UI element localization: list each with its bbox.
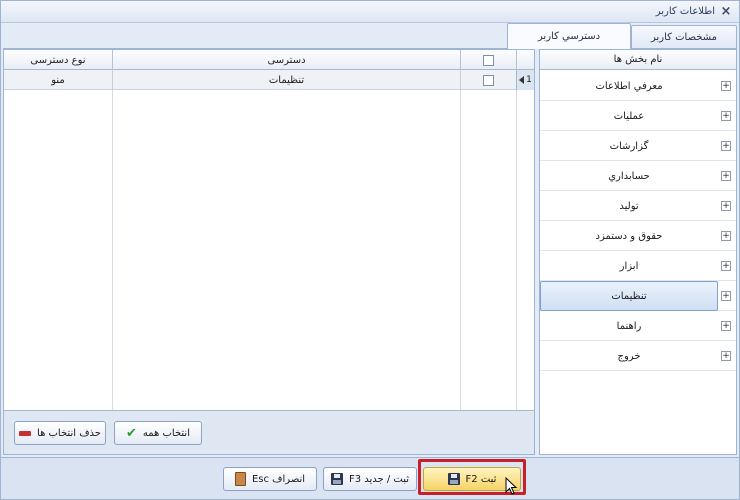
tree-item-label: ابزار [619, 260, 639, 272]
close-icon[interactable]: × [719, 4, 733, 19]
tree-item-accounting[interactable]: + حسابداري [540, 161, 736, 191]
title-bar: × اطلاعات کاربر [1, 1, 739, 23]
minus-icon [19, 430, 32, 436]
tree-item-label: گزارشات [609, 140, 649, 152]
save-new-button[interactable]: ثبت / جدید F3 [323, 467, 417, 491]
cancel-label: انصراف Esc [251, 473, 306, 485]
expand-icon[interactable]: + [721, 291, 731, 301]
current-row-arrow-icon [519, 76, 525, 84]
exit-door-icon [234, 472, 246, 486]
tree-item-operations[interactable]: + عمليات [540, 101, 736, 131]
expand-icon[interactable]: + [721, 261, 731, 271]
tree-item-label: حسابداري [608, 170, 650, 182]
sections-tree: نام بخش ها + معرفي اطلاعات + عمليات + گز… [539, 49, 737, 455]
table-row[interactable]: منو تنظيمات 1 [4, 70, 534, 90]
row-checkbox[interactable] [483, 74, 494, 86]
tree-item-settings[interactable]: + تنظيمات [540, 281, 736, 311]
check-icon: ✔ [126, 425, 137, 441]
grid-line [112, 90, 113, 410]
expand-icon[interactable]: + [721, 321, 731, 331]
user-info-window: × اطلاعات کاربر مشخصات کاربر دسترسي کارب… [0, 0, 740, 500]
column-header-access-type[interactable]: نوع دسترسی [4, 50, 112, 70]
tree-item-tools[interactable]: + ابزار [540, 251, 736, 281]
cell-access-type: منو [51, 74, 65, 86]
cell-access: تنظيمات [112, 70, 460, 90]
grid-header: نوع دسترسی دسترسی [4, 50, 534, 70]
tree-item-exit[interactable]: + خروج [540, 341, 736, 371]
tree-item-reports[interactable]: + گزارشات [540, 131, 736, 161]
select-all-button[interactable]: انتخاب همه ✔ [114, 421, 202, 445]
expand-icon[interactable]: + [721, 141, 731, 151]
window-title: اطلاعات کاربر [655, 6, 715, 17]
expand-icon[interactable]: + [721, 351, 731, 361]
tree-item-info[interactable]: + معرفي اطلاعات [540, 71, 736, 101]
column-header-access[interactable]: دسترسی [112, 50, 460, 70]
tree-header: نام بخش ها [540, 50, 736, 70]
row-number: 1 [526, 75, 532, 85]
tree-item-label: تنظيمات [540, 281, 718, 311]
tree-item-help[interactable]: + راهنما [540, 311, 736, 341]
expand-icon[interactable]: + [721, 231, 731, 241]
select-all-label: انتخاب همه [142, 427, 190, 439]
tree-item-production[interactable]: + توليد [540, 191, 736, 221]
access-grid: نوع دسترسی دسترسی منو تنظيمات 1 حذف انتخ… [3, 49, 535, 455]
tree-item-label: حقوق و دستمزد [595, 230, 663, 242]
mouse-cursor-icon [505, 477, 518, 495]
tree-item-label: توليد [619, 200, 639, 212]
footer-bar: انصراف Esc ثبت / جدید F3 ثبت F2 [1, 457, 739, 499]
row-indicator: 1 [516, 70, 534, 90]
tab-user-access[interactable]: دسترسي کاربر [507, 23, 631, 49]
tree-item-payroll[interactable]: + حقوق و دستمزد [540, 221, 736, 251]
expand-icon[interactable]: + [721, 111, 731, 121]
expand-icon[interactable]: + [721, 171, 731, 181]
tab-label: دسترسي کاربر [537, 31, 601, 42]
tree-item-label: راهنما [616, 320, 642, 332]
cell-select [460, 70, 516, 90]
save-new-label: ثبت / جدید F3 [348, 473, 410, 485]
cancel-button[interactable]: انصراف Esc [223, 467, 317, 491]
expand-icon[interactable]: + [721, 201, 731, 211]
tree-item-label: معرفي اطلاعات [595, 80, 663, 92]
grid-line [460, 90, 461, 410]
column-header-select [460, 50, 516, 70]
floppy-disk-icon [330, 473, 343, 485]
grid-actions: حذف انتخاب ها انتخاب همه ✔ [4, 410, 534, 454]
select-all-checkbox[interactable] [483, 54, 494, 66]
remove-selection-label: حذف انتخاب ها [37, 427, 101, 439]
grid-line [516, 90, 517, 410]
tree-item-label: عمليات [613, 110, 645, 122]
tree-item-label: خروج [617, 350, 641, 362]
remove-selection-button[interactable]: حذف انتخاب ها [14, 421, 106, 445]
tab-label: مشخصات کاربر [651, 32, 717, 43]
tab-user-details[interactable]: مشخصات کاربر [631, 25, 737, 49]
column-header-indicator [516, 50, 534, 70]
expand-icon[interactable]: + [721, 81, 731, 91]
